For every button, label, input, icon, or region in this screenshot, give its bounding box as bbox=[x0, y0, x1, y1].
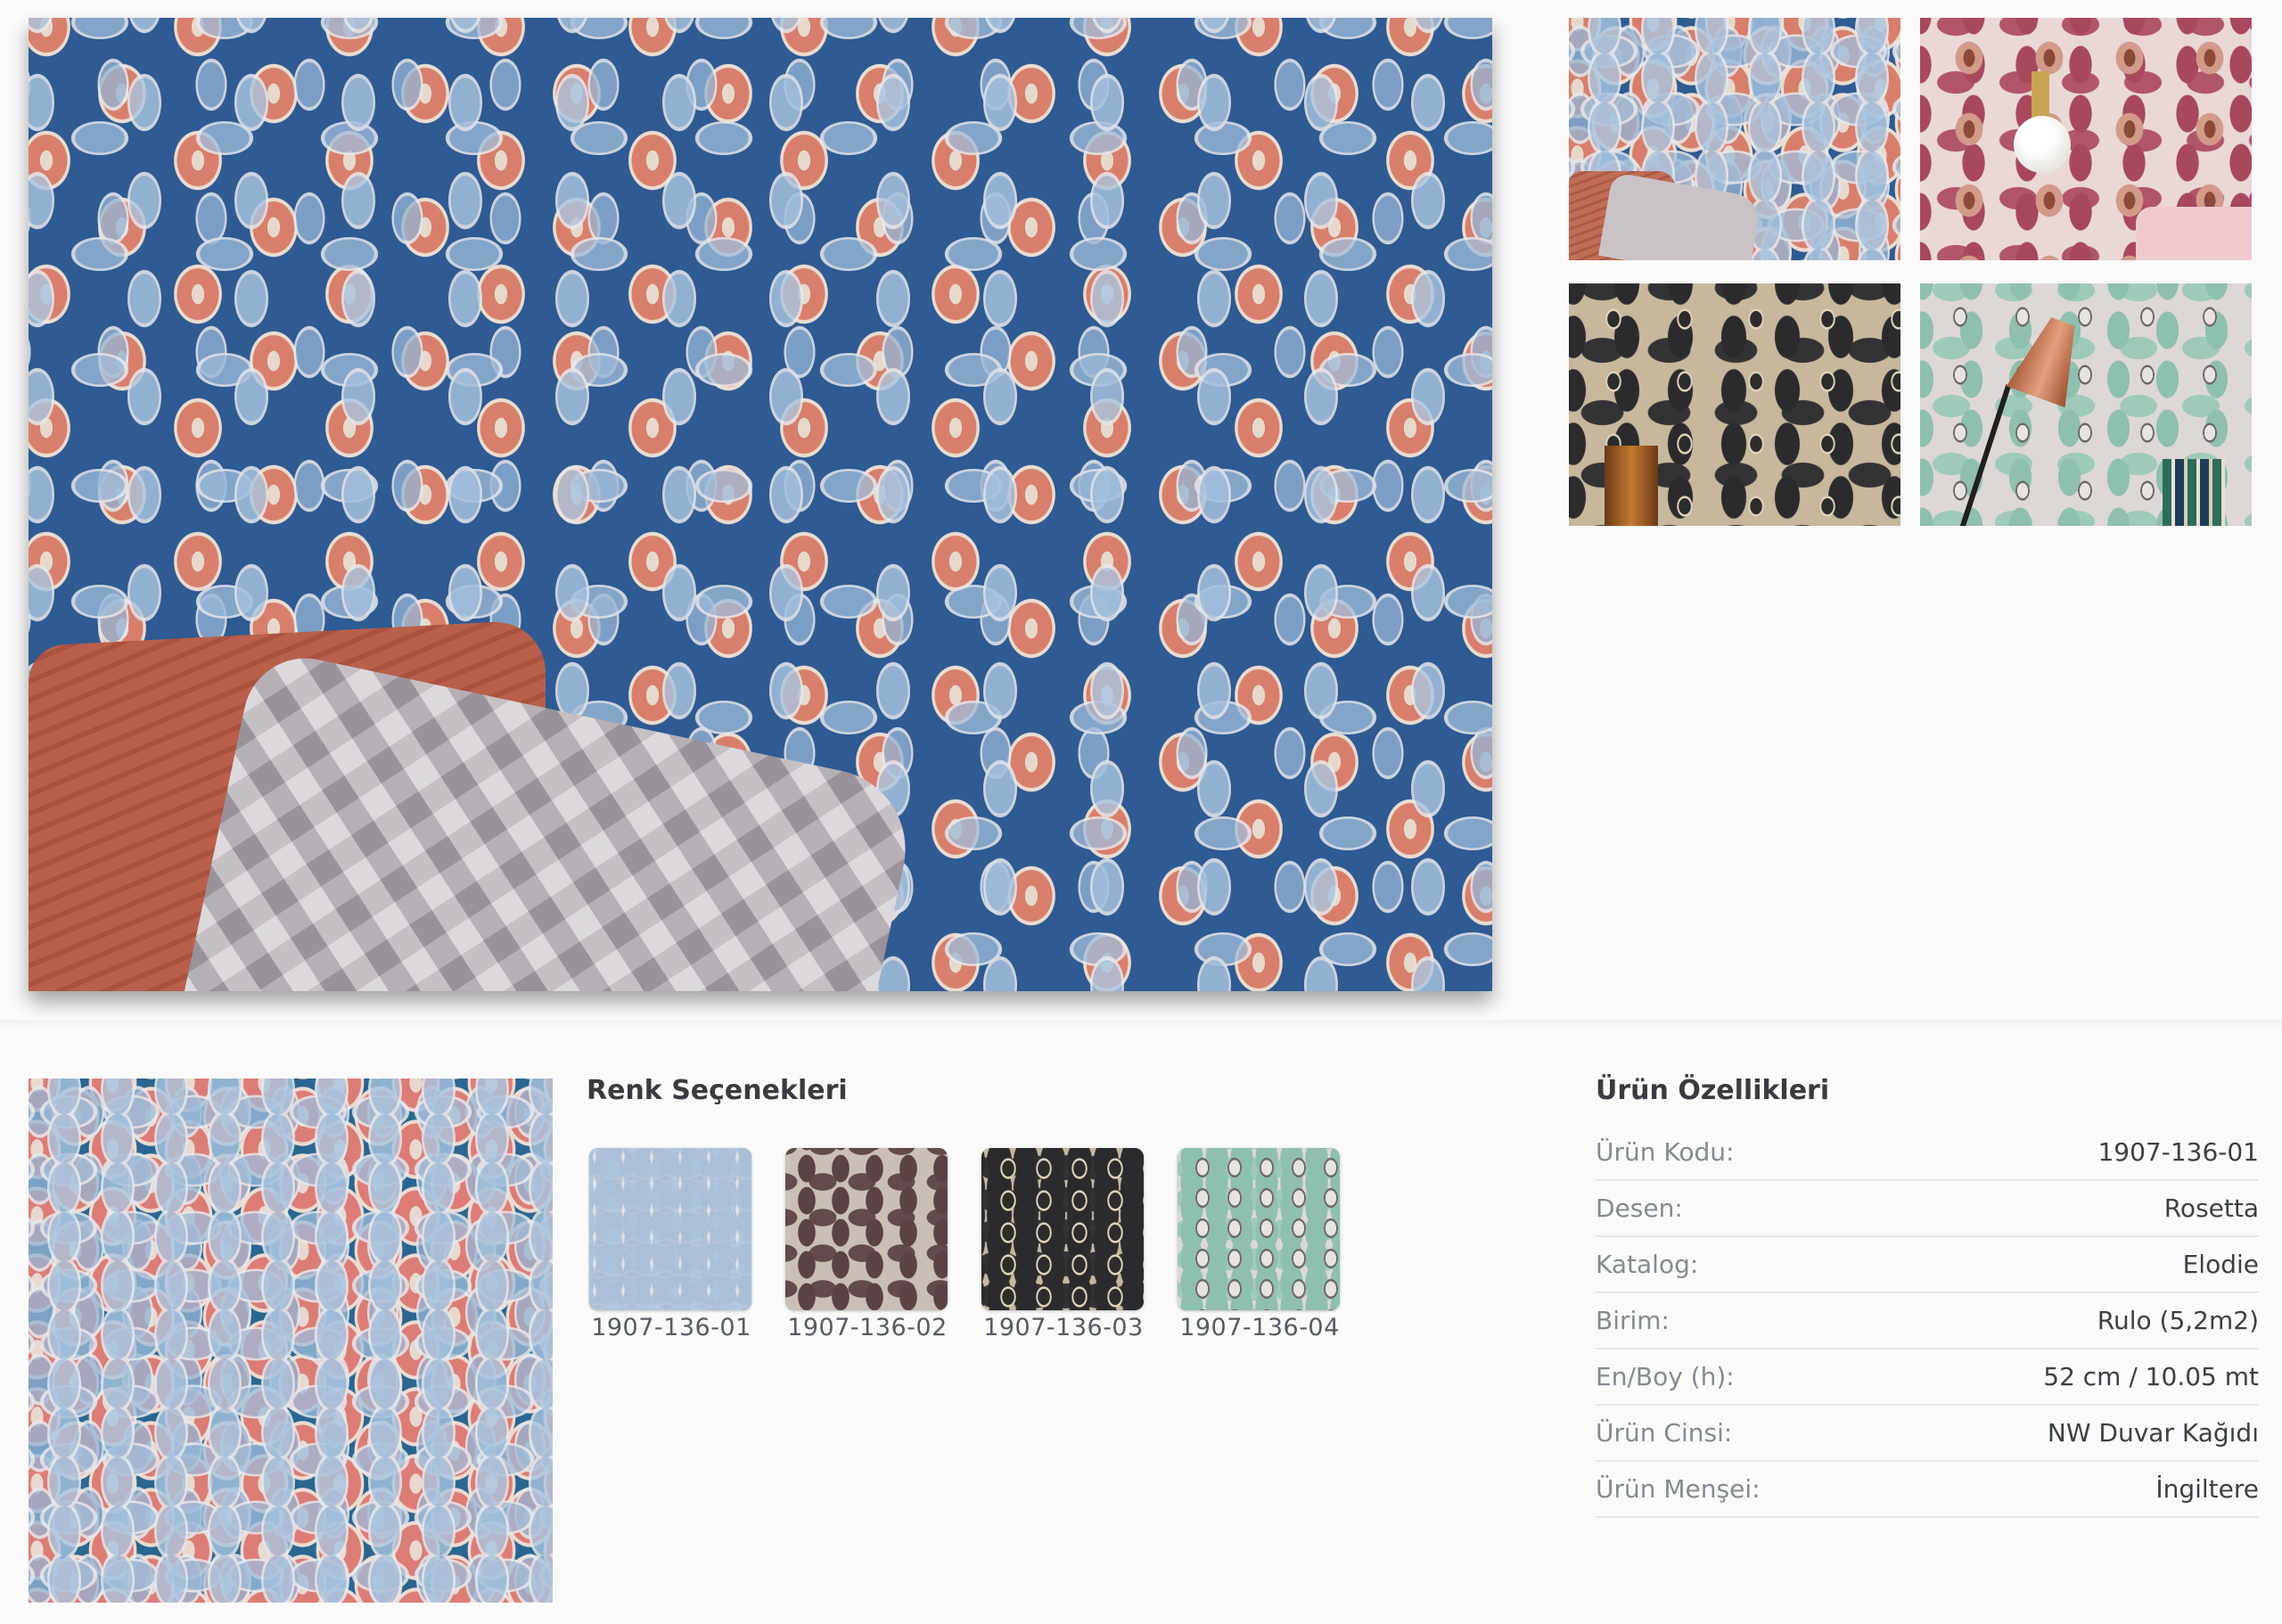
books bbox=[2163, 459, 2225, 526]
property-value: NW Duvar Kağıdı bbox=[2047, 1418, 2259, 1448]
color-option-4[interactable]: 1907-136-04 bbox=[1178, 1148, 1342, 1341]
property-row: Desen: Rosetta bbox=[1596, 1181, 2259, 1237]
section-divider bbox=[0, 1020, 2282, 1032]
thumbnail-dark-room[interactable] bbox=[1569, 283, 1900, 526]
property-row: Ürün Kodu: 1907-136-01 bbox=[1596, 1125, 2259, 1181]
grey-cushion bbox=[179, 646, 921, 991]
thumbnail-cushion-grey bbox=[1598, 171, 1762, 260]
color-option-code[interactable]: 1907-136-03 bbox=[981, 1314, 1145, 1341]
property-row: Ürün Menşei: İngiltere bbox=[1596, 1462, 2259, 1518]
color-option-1[interactable]: 1907-136-01 bbox=[589, 1148, 753, 1341]
wall-lamp-globe bbox=[2014, 116, 2071, 173]
product-swatch-image bbox=[29, 1079, 553, 1603]
color-option-2[interactable]: 1907-136-02 bbox=[785, 1148, 949, 1341]
property-value: 52 cm / 10.05 mt bbox=[2043, 1362, 2259, 1391]
thumbnail-mint-room[interactable] bbox=[1920, 283, 2252, 526]
property-value: 1907-136-01 bbox=[2097, 1137, 2259, 1167]
property-label: Katalog: bbox=[1596, 1250, 1699, 1279]
property-label: Desen: bbox=[1596, 1193, 1683, 1223]
color-option-swatch[interactable] bbox=[785, 1148, 948, 1310]
property-label: En/Boy (h): bbox=[1596, 1362, 1735, 1391]
property-value: Rulo (5,2m2) bbox=[2097, 1306, 2259, 1335]
color-option-3[interactable]: 1907-136-03 bbox=[981, 1148, 1145, 1341]
product-properties-table: Ürün Kodu: 1907-136-01 Desen: Rosetta Ka… bbox=[1596, 1125, 2259, 1518]
property-row: Katalog: Elodie bbox=[1596, 1237, 2259, 1293]
color-option-swatch[interactable] bbox=[981, 1148, 1144, 1310]
floor-lamp-stand bbox=[1958, 384, 2012, 526]
color-option-swatch[interactable] bbox=[1178, 1148, 1340, 1310]
property-row: Ürün Cinsi: NW Duvar Kağıdı bbox=[1596, 1406, 2259, 1462]
thumbnail-pink-room[interactable] bbox=[1920, 18, 2252, 260]
property-label: Birim: bbox=[1596, 1306, 1670, 1335]
color-options-title: Renk Seçenekleri bbox=[587, 1075, 848, 1106]
copper-lamp-shade bbox=[2007, 311, 2093, 408]
property-value: Elodie bbox=[2182, 1250, 2259, 1279]
color-option-code[interactable]: 1907-136-04 bbox=[1178, 1314, 1342, 1341]
amber-vase bbox=[1605, 446, 1658, 526]
color-option-code[interactable]: 1907-136-01 bbox=[589, 1314, 753, 1341]
property-row: Birim: Rulo (5,2m2) bbox=[1596, 1293, 2259, 1349]
property-row: En/Boy (h): 52 cm / 10.05 mt bbox=[1596, 1349, 2259, 1406]
thumbnail-blue-room[interactable] bbox=[1569, 18, 1900, 260]
color-option-swatch[interactable] bbox=[589, 1148, 751, 1310]
color-option-code[interactable]: 1907-136-02 bbox=[785, 1314, 949, 1341]
property-label: Ürün Menşei: bbox=[1596, 1474, 1761, 1504]
product-properties-title: Ürün Özellikleri bbox=[1596, 1075, 1830, 1106]
pink-headboard bbox=[2136, 207, 2252, 260]
property-label: Ürün Cinsi: bbox=[1596, 1418, 1733, 1448]
property-label: Ürün Kodu: bbox=[1596, 1137, 1735, 1167]
property-value: İngiltere bbox=[2155, 1474, 2259, 1504]
main-product-image[interactable] bbox=[29, 18, 1492, 991]
property-value: Rosetta bbox=[2163, 1193, 2259, 1223]
